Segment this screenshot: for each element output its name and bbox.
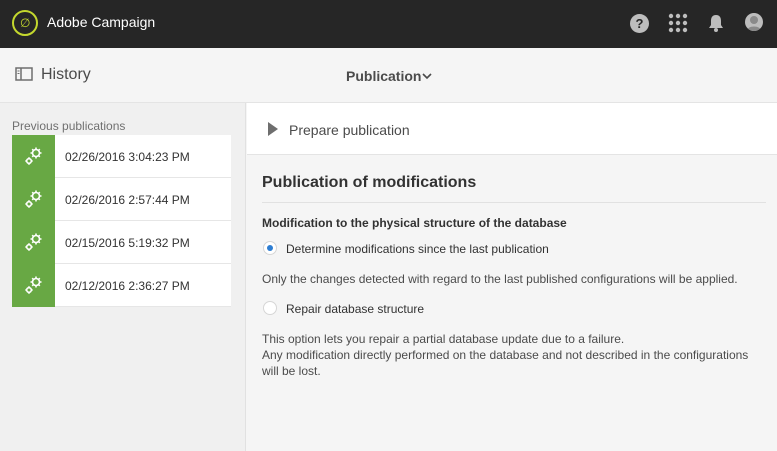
- page-header: History Publication: [0, 48, 777, 103]
- publication-list-item[interactable]: 02/12/2016 2:36:27 PM: [12, 264, 231, 307]
- publication-list-item[interactable]: 02/15/2016 5:19:32 PM: [12, 221, 231, 264]
- bell-icon[interactable]: [707, 13, 727, 33]
- history-sidebar: Previous publications 02/26/2016 3:04:23…: [0, 103, 246, 451]
- top-bar: ∅ Adobe Campaign ?: [0, 0, 777, 48]
- gears-icon: [12, 135, 55, 178]
- gears-icon: [12, 178, 55, 221]
- determine-modifications-radio[interactable]: [263, 241, 277, 255]
- structure-subheading: Modification to the physical structure o…: [262, 216, 567, 230]
- prepare-publication-button[interactable]: Prepare publication: [247, 103, 777, 155]
- publication-detail-panel: Prepare publication Publication of modif…: [247, 103, 777, 451]
- prepare-publication-label: Prepare publication: [289, 122, 410, 138]
- repair-database-radio[interactable]: [263, 301, 277, 315]
- publication-list: 02/26/2016 3:04:23 PM 02/26/2016 2:57:44…: [12, 135, 231, 307]
- repair-database-warning: Any modification directly performed on t…: [262, 348, 749, 378]
- adobe-campaign-logo-icon[interactable]: ∅: [12, 10, 38, 36]
- publication-date: 02/12/2016 2:36:27 PM: [65, 279, 190, 293]
- determine-modifications-label[interactable]: Determine modifications since the last p…: [286, 242, 549, 256]
- gears-icon: [12, 264, 55, 307]
- play-icon: [267, 121, 279, 137]
- publication-date: 02/26/2016 2:57:44 PM: [65, 193, 190, 207]
- history-panel-icon[interactable]: [15, 67, 33, 81]
- section-title: Publication of modifications: [262, 174, 477, 191]
- publication-dropdown[interactable]: Publication: [346, 68, 421, 84]
- publication-list-item[interactable]: 02/26/2016 3:04:23 PM: [12, 135, 231, 178]
- apps-grid-icon[interactable]: [668, 13, 688, 33]
- determine-modifications-description: Only the changes detected with regard to…: [262, 272, 738, 286]
- help-icon[interactable]: ?: [630, 14, 649, 33]
- gears-icon: [12, 221, 55, 264]
- section-divider: [262, 202, 766, 203]
- page-title: History: [41, 66, 91, 83]
- publication-date: 02/26/2016 3:04:23 PM: [65, 150, 190, 164]
- user-avatar-icon[interactable]: [745, 13, 763, 31]
- app-title: Adobe Campaign: [47, 14, 156, 30]
- chevron-down-icon[interactable]: [421, 69, 433, 81]
- repair-database-description: This option lets you repair a partial da…: [262, 332, 625, 346]
- repair-database-label[interactable]: Repair database structure: [286, 302, 424, 316]
- publication-date: 02/15/2016 5:19:32 PM: [65, 236, 190, 250]
- previous-publications-label: Previous publications: [12, 119, 126, 133]
- publication-list-item[interactable]: 02/26/2016 2:57:44 PM: [12, 178, 231, 221]
